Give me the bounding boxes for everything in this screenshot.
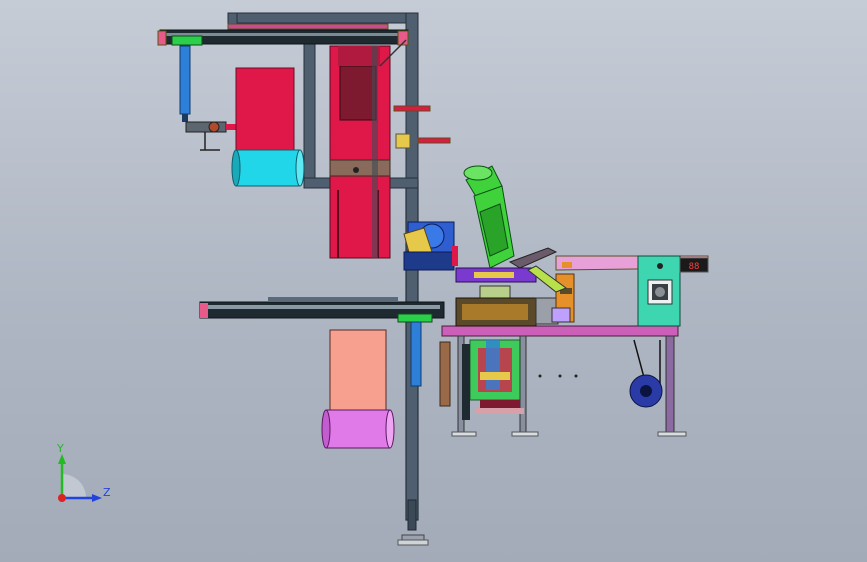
left-vertical-cylinder bbox=[179, 45, 236, 151]
cad-assembly-viewport[interactable]: 88 bbox=[0, 0, 867, 562]
center-red-stack bbox=[329, 39, 407, 259]
blue-gear-motor bbox=[403, 221, 458, 271]
triad-z-label: Z bbox=[103, 486, 111, 499]
lower-salmon-block bbox=[329, 329, 387, 417]
control-box bbox=[637, 255, 681, 327]
red-side-rods bbox=[393, 105, 451, 149]
lower-violet-roll bbox=[321, 409, 395, 449]
counter-digits: 88 bbox=[689, 262, 700, 272]
press-assembly bbox=[455, 267, 575, 327]
triad-y-label: Y bbox=[57, 442, 64, 455]
left-red-block bbox=[235, 67, 295, 159]
left-cyan-roll bbox=[231, 149, 305, 187]
top-linear-rail bbox=[157, 23, 409, 46]
counter-display: 88 bbox=[679, 257, 709, 273]
drive-pulley bbox=[629, 339, 663, 408]
coordinate-triad: Y Z bbox=[48, 440, 118, 510]
column-blue-cylinder bbox=[410, 321, 422, 387]
green-motor bbox=[463, 165, 515, 269]
